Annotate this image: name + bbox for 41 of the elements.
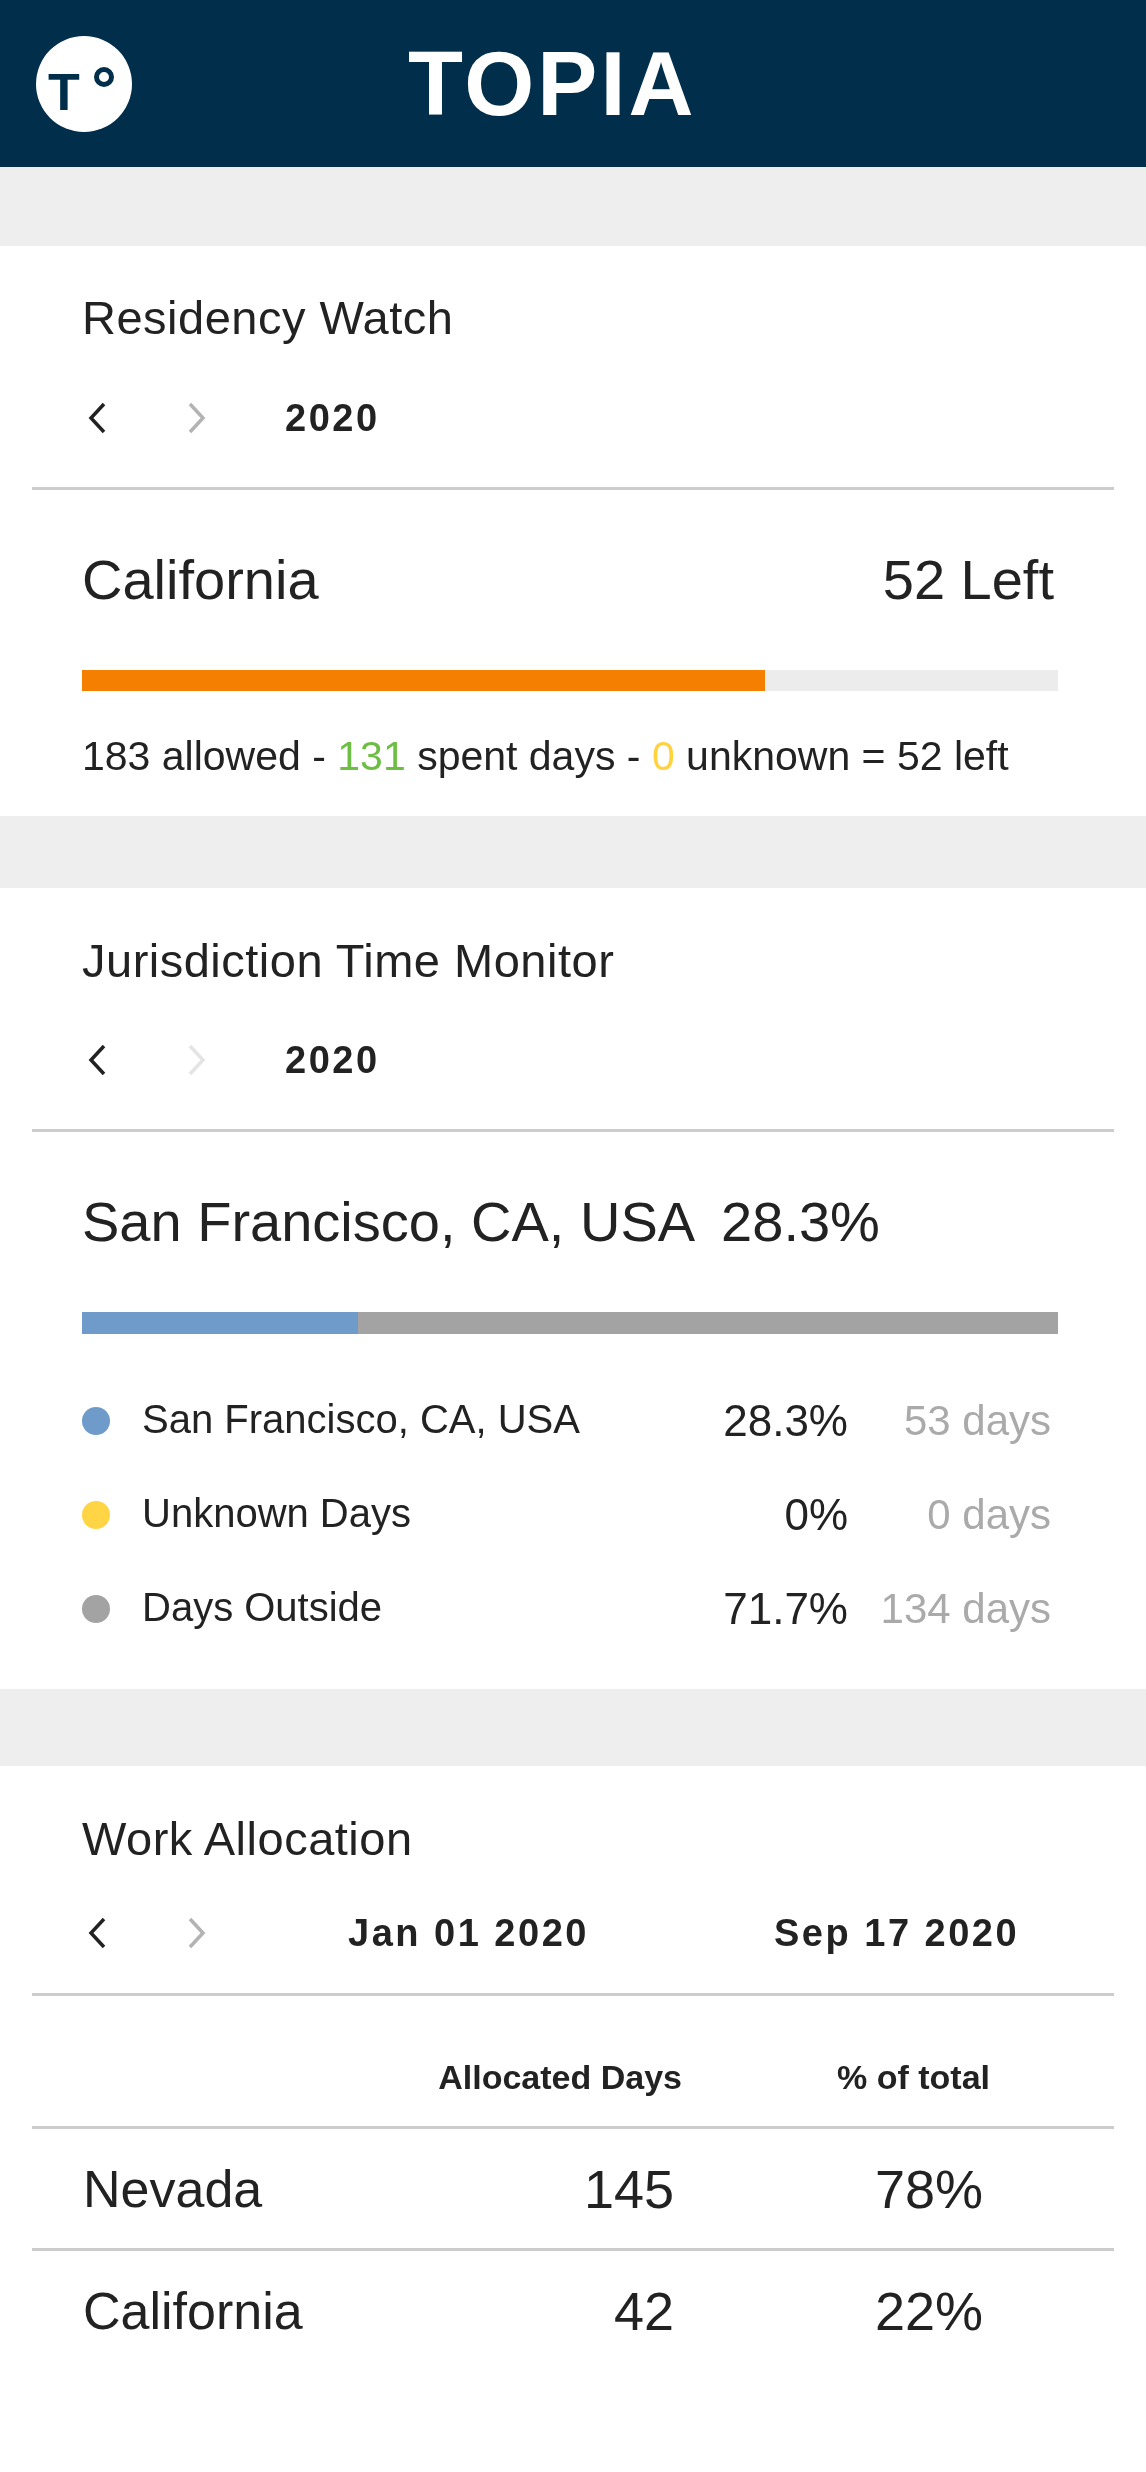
section-title: Work Allocation [82, 1813, 413, 1865]
chevron-left-icon [87, 1044, 108, 1076]
start-date: Jan 01 2020 [348, 1912, 589, 1954]
table-cell: 22% [874, 2279, 983, 2342]
chevron-left-icon [87, 1917, 108, 1949]
column-header: % of total [837, 2057, 990, 2098]
days-count: 53 days [903, 1396, 1051, 1446]
period-label: 2020 [285, 396, 380, 441]
table-cell: 42 [613, 2279, 674, 2342]
period-label: 2020 [285, 1038, 380, 1083]
location-share: 28.3% [721, 1189, 880, 1255]
days-count: 134 days [880, 1584, 1051, 1634]
summary-text: 183 allowed - 131 spent days - 0 unknown = 52 left [82, 733, 1009, 779]
previous-button[interactable] [87, 1044, 108, 1076]
table-cell-text: Nevada [83, 2158, 263, 2220]
section-title: Jurisdiction Time Monitor [82, 935, 615, 987]
table-cell: 78% [874, 2157, 983, 2220]
jurisdiction-name: California [82, 547, 319, 613]
location-name: San Francisco, CA, USA [82, 1189, 696, 1255]
table-cell: 145 [583, 2157, 674, 2220]
chevron-right-icon [186, 1044, 207, 1076]
legend-label: San Francisco, CA, USA [142, 1396, 580, 1443]
percent-value: 28.3% [723, 1396, 848, 1446]
days-left: 52 Left [882, 547, 1055, 613]
logo-letter: T [48, 72, 80, 111]
legend-label: Unknown Days [142, 1490, 411, 1537]
column-header: Allocated Days [438, 2057, 682, 2098]
app-title: TOPIA [408, 38, 697, 129]
previous-button[interactable] [87, 1917, 108, 1949]
section-title: Residency Watch [82, 292, 454, 344]
chevron-right-icon [186, 1917, 207, 1949]
percent-value: 0% [784, 1490, 848, 1540]
end-date: Sep 17 2020 [774, 1911, 1020, 1956]
chevron-right-icon [186, 402, 207, 434]
previous-button[interactable] [87, 402, 108, 434]
legend-label: Days Outside [142, 1584, 383, 1631]
chevron-left-icon [87, 402, 108, 434]
days-count: 0 days [927, 1490, 1051, 1540]
percent-value: 71.7% [723, 1584, 848, 1634]
ring-icon [93, 66, 114, 87]
table-cell-text: California [83, 2280, 303, 2342]
